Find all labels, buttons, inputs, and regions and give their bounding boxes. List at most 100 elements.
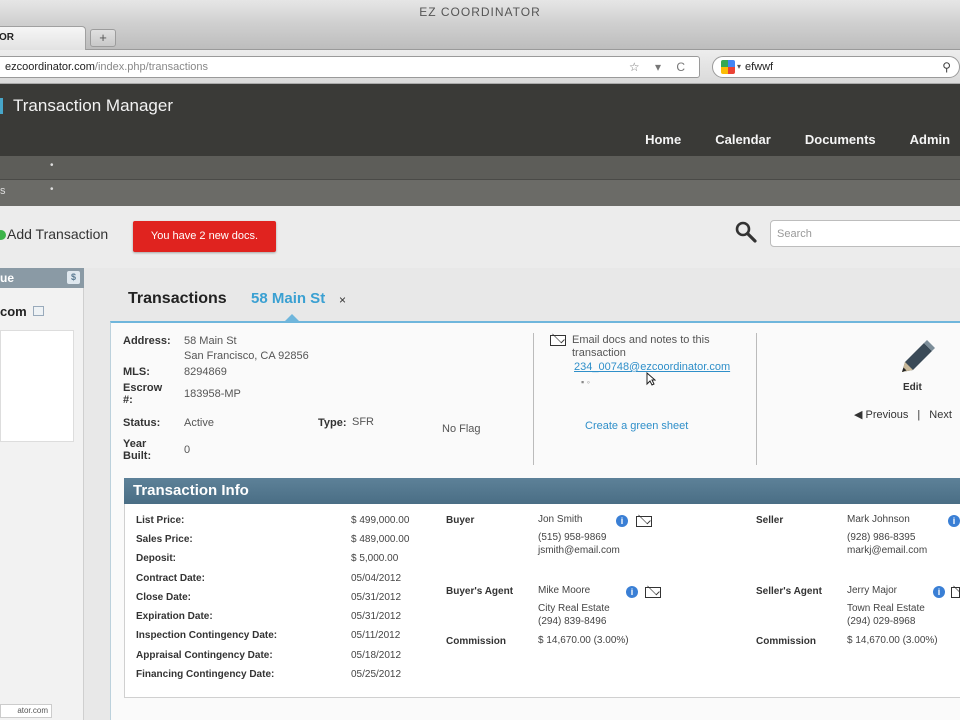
browser-search-bar[interactable]: ▾ efwwf ⚲ [712, 56, 960, 78]
seller-label: Seller [756, 515, 784, 526]
copy-indicator-icon[interactable]: ▪ ◦ [581, 376, 590, 389]
contract-date-label: Contract Date: [136, 573, 205, 584]
deposit-label: Deposit: [136, 553, 176, 564]
tab-strip: OR + [0, 24, 960, 50]
buyer-label: Buyer [446, 515, 475, 526]
seller-email[interactable]: markj@email.com [847, 545, 927, 557]
expiration-date-label: Expiration Date: [136, 611, 213, 622]
seller-phone: (928) 986-8395 [847, 532, 916, 543]
app-logo-accent [0, 98, 3, 114]
sub-menu-label[interactable]: s [0, 185, 6, 197]
search-icon[interactable]: ⚲ [942, 57, 951, 77]
divider [533, 333, 534, 465]
buyer-email[interactable]: jsmith@email.com [538, 545, 620, 557]
email-icon[interactable] [645, 587, 661, 598]
flag-value: No Flag [442, 423, 481, 435]
info-icon[interactable]: i [933, 586, 945, 598]
nav-calendar[interactable]: Calendar [715, 132, 771, 147]
sidebar-header: ue $ [0, 268, 84, 288]
sub-menu-bar: • [0, 156, 960, 180]
email-docs-text: Email docs and notes to this transaction [572, 334, 710, 359]
buyers-agent-label: Buyer's Agent [446, 586, 514, 597]
app-title: Transaction Manager [13, 96, 174, 115]
next-button[interactable]: Next [929, 409, 952, 421]
expiration-date-value: 05/31/2012 [351, 611, 402, 622]
sub-menu-bar-secondary: s • [0, 180, 960, 206]
buyers-agent-company: City Real Estate [538, 603, 610, 614]
pencil-icon[interactable] [892, 338, 938, 378]
nav-documents[interactable]: Documents [805, 132, 876, 147]
create-green-sheet-link[interactable]: Create a green sheet [585, 420, 688, 432]
escrow-label: Escrow #: [123, 382, 163, 406]
url-bar[interactable]: ezcoordinator.com/index.php/transactions… [0, 56, 700, 78]
tab-close-button[interactable]: × [339, 293, 346, 307]
buyer-name: Jon Smith [538, 514, 583, 525]
main-nav: Home Calendar Documents Admin Lo [645, 132, 960, 147]
search-icon[interactable] [734, 220, 758, 244]
sidebar-collapse-icon[interactable]: $ [67, 271, 80, 284]
left-sidebar: ue $ com ator.com [0, 268, 84, 720]
status-label: Status: [123, 417, 161, 429]
close-date-value: 05/31/2012 [351, 592, 402, 603]
email-icon[interactable] [636, 516, 652, 527]
new-docs-alert[interactable]: You have 2 new docs. [133, 221, 276, 252]
info-icon[interactable]: i [616, 515, 628, 527]
new-tab-button[interactable]: + [90, 29, 116, 47]
nav-admin[interactable]: Admin [910, 132, 950, 147]
appraisal-contingency-date-label: Appraisal Contingency Date: [136, 650, 273, 661]
seller-name: Mark Johnson [847, 514, 910, 525]
record-pager: ◀ Previous | Next [854, 408, 952, 421]
address-line2: San Francisco, CA 92856 [184, 350, 309, 362]
sub-menu-bullet: • [50, 160, 54, 171]
escrow-value: 183958-MP [184, 388, 241, 400]
url-bar-icons[interactable]: ☆ ▾ C [629, 57, 691, 77]
chevron-down-icon[interactable]: ▾ [737, 57, 741, 77]
nav-home[interactable]: Home [645, 132, 681, 147]
inspection-contingency-date-label: Inspection Contingency Date: [136, 630, 278, 641]
toolbar: Add Transaction You have 2 new docs. [0, 206, 960, 268]
appraisal-contingency-date-value: 05/18/2012 [351, 650, 402, 661]
seller-commission-label: Commission [756, 636, 817, 647]
buyer-commission-label: Commission [446, 636, 507, 647]
type-value: SFR [352, 416, 374, 428]
email-icon[interactable] [951, 587, 960, 598]
sidebar-footer: ator.com [0, 704, 52, 718]
list-price-label: List Price: [136, 515, 185, 526]
buyer-phone: (515) 958-9869 [538, 532, 607, 543]
info-icon[interactable]: i [948, 515, 960, 527]
google-icon[interactable] [721, 60, 735, 74]
address-line1: 58 Main St [184, 335, 237, 347]
buyers-agent-phone: (294) 839-8496 [538, 616, 607, 627]
tab-58-main-st[interactable]: 58 Main St [251, 290, 325, 307]
transaction-info-header: Transaction Info [124, 478, 960, 504]
previous-button[interactable]: ◀ Previous [854, 409, 908, 421]
deposit-value: $ 5,000.00 [351, 553, 399, 564]
mls-value: 8294869 [184, 366, 227, 378]
buyers-agent-name: Mike Moore [538, 585, 591, 596]
sellers-agent-label: Seller's Agent [756, 586, 822, 597]
sellers-agent-company: Town Real Estate [847, 603, 925, 614]
type-label: Type: [318, 417, 347, 429]
year-built-value: 0 [184, 444, 191, 456]
year-built-label: Year Built: [123, 438, 152, 462]
seller-commission-value: $ 14,670.00 (3.00%) [847, 635, 938, 646]
status-value: Active [184, 417, 214, 429]
browser-tab[interactable]: OR [0, 26, 86, 50]
add-icon[interactable] [0, 230, 6, 240]
financing-contingency-date-label: Financing Contingency Date: [136, 669, 275, 680]
close-date-label: Close Date: [136, 592, 192, 603]
contract-date-value: 05/04/2012 [351, 573, 402, 584]
app-header: Transaction Manager Home Calendar Docume… [0, 84, 960, 156]
info-icon[interactable]: i [626, 586, 638, 598]
page-title: Transactions [128, 290, 227, 307]
edit-button[interactable]: Edit [903, 382, 922, 393]
sub-menu-bullet: • [50, 184, 54, 195]
buyer-commission-value: $ 14,670.00 (3.00%) [538, 635, 629, 646]
sidebar-item[interactable]: com [0, 304, 27, 319]
sellers-agent-phone: (294) 029-8968 [847, 616, 916, 627]
browser-navbar: ezcoordinator.com/index.php/transactions… [0, 50, 960, 84]
search-input[interactable] [770, 220, 960, 247]
add-transaction-button[interactable]: Add Transaction [7, 226, 108, 242]
copy-icon[interactable] [33, 306, 44, 316]
browser-search-text: efwwf [745, 61, 774, 73]
